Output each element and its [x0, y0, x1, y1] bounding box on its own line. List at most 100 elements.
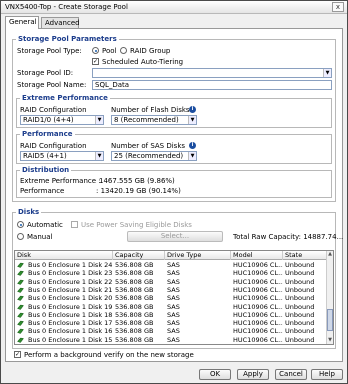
table-row[interactable]: Bus 0 Enclosure 1 Disk 23 536.808 GB SAS HU… — [15, 269, 327, 277]
distribution-extreme-value: 1467.555 GB (9.86%) — [99, 177, 175, 185]
table-row[interactable]: Bus 0 Enclosure 1 Disk 16 536.808 GB SAS HU… — [15, 327, 327, 335]
raid-group-radio[interactable] — [120, 47, 127, 54]
cell-type: SAS — [167, 302, 180, 311]
manual-radio[interactable] — [17, 233, 24, 240]
distribution-title: Distribution — [20, 166, 72, 174]
cell-state: Unbound — [285, 335, 315, 344]
close-button[interactable]: x — [332, 2, 344, 12]
column-drive-type[interactable]: Drive Type — [165, 251, 231, 260]
chevron-down-icon: ▼ — [188, 152, 196, 160]
cell-capacity: 536.808 GB — [115, 269, 154, 278]
pool-radio-label[interactable]: Pool — [102, 47, 116, 55]
table-row[interactable]: Bus 0 Enclosure 1 Disk 19 536.808 GB SAS HU… — [15, 303, 327, 311]
cell-disk: Bus 0 Enclosure 1 Disk 18 — [28, 310, 113, 319]
disk-drive-icon — [17, 312, 24, 318]
disk-drive-icon — [17, 329, 24, 335]
scroll-down-icon[interactable]: ▼ — [327, 337, 333, 344]
cell-state: Unbound — [285, 285, 315, 294]
background-verify-checkbox[interactable]: ✓ — [14, 351, 21, 358]
info-icon[interactable]: i — [189, 106, 196, 113]
cell-type: SAS — [167, 277, 180, 286]
disks-table-header: Disk Capacity Drive Type Model State — [15, 251, 327, 260]
column-capacity[interactable]: Capacity — [113, 251, 165, 260]
sas-disks-select[interactable]: 25 (Recommended) ▼ — [111, 151, 197, 161]
select-disks-button[interactable]: Select... — [127, 231, 223, 242]
cell-capacity: 536.808 GB — [115, 302, 154, 311]
distribution-extreme-label: Extreme Performance : — [20, 177, 101, 185]
chevron-down-icon: ▼ — [95, 152, 103, 160]
table-row[interactable]: Bus 0 Enclosure 1 Disk 18 536.808 GB SAS HU… — [15, 311, 327, 319]
manual-radio-label[interactable]: Manual — [27, 233, 52, 241]
ok-button[interactable]: OK — [199, 369, 231, 380]
help-button[interactable]: Help — [311, 369, 343, 380]
cell-type: SAS — [167, 261, 180, 269]
disk-drive-icon — [17, 271, 24, 277]
automatic-radio[interactable] — [17, 221, 24, 228]
disks-title: Disks — [16, 208, 42, 216]
scroll-up-icon[interactable]: ▲ — [327, 251, 333, 258]
cell-disk: Bus 0 Enclosure 1 Disk 24 — [28, 261, 113, 269]
flash-disks-label: Number of Flash Disks — [111, 106, 190, 114]
cell-capacity: 536.808 GB — [115, 335, 154, 344]
flash-disks-select[interactable]: 8 (Recommended) ▼ — [111, 115, 197, 125]
chevron-down-icon: ▼ — [323, 69, 331, 77]
cell-type: SAS — [167, 285, 180, 294]
pool-name-input[interactable]: SQL_Data — [92, 80, 332, 90]
cell-type: SAS — [167, 294, 180, 303]
table-row[interactable]: Bus 0 Enclosure 1 Disk 15 536.808 GB SAS HU… — [15, 336, 327, 344]
general-tab-panel: Storage Pool Parameters Storage Pool Typ… — [5, 28, 343, 362]
cell-disk: Bus 0 Enclosure 1 Disk 23 — [28, 269, 113, 278]
cell-model: HUC10906 CL... — [233, 310, 283, 319]
cell-type: SAS — [167, 310, 180, 319]
distribution-performance-value: : 13420.19 GB (90.14%) — [96, 187, 181, 195]
tab-general[interactable]: General — [5, 16, 39, 29]
pool-id-select[interactable]: ▼ — [92, 68, 332, 78]
automatic-radio-label[interactable]: Automatic — [27, 221, 63, 229]
pool-radio[interactable] — [92, 47, 99, 54]
title-bar: VNX5400-Top - Create Storage Pool x — [1, 1, 347, 14]
window-title: VNX5400-Top - Create Storage Pool — [5, 3, 128, 11]
background-verify-label[interactable]: Perform a background verify on the new s… — [24, 351, 194, 359]
column-model[interactable]: Model — [231, 251, 283, 260]
chevron-down-icon: ▼ — [95, 116, 103, 124]
storage-pool-parameters-group: Storage Pool Parameters Storage Pool Typ… — [12, 35, 336, 202]
cell-state: Unbound — [285, 277, 315, 286]
power-saving-checkbox[interactable] — [71, 221, 78, 228]
cell-disk: Bus 0 Enclosure 1 Disk 20 — [28, 294, 113, 303]
column-disk[interactable]: Disk — [15, 251, 113, 260]
pool-name-label: Storage Pool Name: — [17, 81, 87, 89]
sas-disks-label: Number of SAS Disks — [111, 142, 186, 150]
table-row[interactable]: Bus 0 Enclosure 1 Disk 17 536.808 GB SAS HU… — [15, 319, 327, 327]
cell-capacity: 536.808 GB — [115, 327, 154, 336]
cell-capacity: 536.808 GB — [115, 294, 154, 303]
auto-tiering-label[interactable]: Scheduled Auto-Tiering — [102, 58, 183, 66]
extreme-raid-label: RAID Configuration — [20, 106, 87, 114]
auto-tiering-checkbox[interactable]: ✓ — [92, 58, 99, 65]
cell-model: HUC10906 CL... — [233, 277, 283, 286]
tab-advanced[interactable]: Advanced — [41, 17, 80, 28]
raid-group-radio-label[interactable]: RAID Group — [130, 47, 170, 55]
cell-disk: Bus 0 Enclosure 1 Disk 15 — [28, 335, 113, 344]
cancel-button[interactable]: Cancel — [275, 369, 307, 380]
table-row[interactable]: Bus 0 Enclosure 1 Disk 20 536.808 GB SAS HU… — [15, 294, 327, 302]
column-state[interactable]: State — [283, 251, 327, 260]
cell-capacity: 536.808 GB — [115, 277, 154, 286]
cell-capacity: 536.808 GB — [115, 310, 154, 319]
disk-drive-icon — [17, 320, 24, 326]
table-row[interactable]: Bus 0 Enclosure 1 Disk 22 536.808 GB SAS HU… — [15, 278, 327, 286]
disks-table-scrollbar[interactable]: ▲ ▼ — [326, 251, 333, 344]
performance-group: Performance RAID Configuration Number of… — [16, 130, 332, 164]
cell-state: Unbound — [285, 294, 315, 303]
power-saving-label[interactable]: Use Power Saving Eligible Disks — [81, 221, 192, 229]
info-icon[interactable]: i — [189, 142, 196, 149]
performance-raid-select[interactable]: RAID5 (4+1) ▼ — [20, 151, 104, 161]
table-row[interactable]: Bus 0 Enclosure 1 Disk 21 536.808 GB SAS HU… — [15, 286, 327, 294]
disks-table: Disk Capacity Drive Type Model State Bus… — [14, 250, 334, 345]
cell-state: Unbound — [285, 327, 315, 336]
apply-button[interactable]: Apply — [237, 369, 269, 380]
scroll-thumb[interactable] — [327, 309, 333, 331]
table-row[interactable]: Bus 0 Enclosure 1 Disk 24 536.808 GB SAS HU… — [15, 261, 327, 269]
performance-raid-label: RAID Configuration — [20, 142, 87, 150]
extreme-raid-select[interactable]: RAID1/0 (4+4) ▼ — [20, 115, 104, 125]
extreme-raid-value: RAID1/0 (4+4) — [23, 116, 74, 124]
